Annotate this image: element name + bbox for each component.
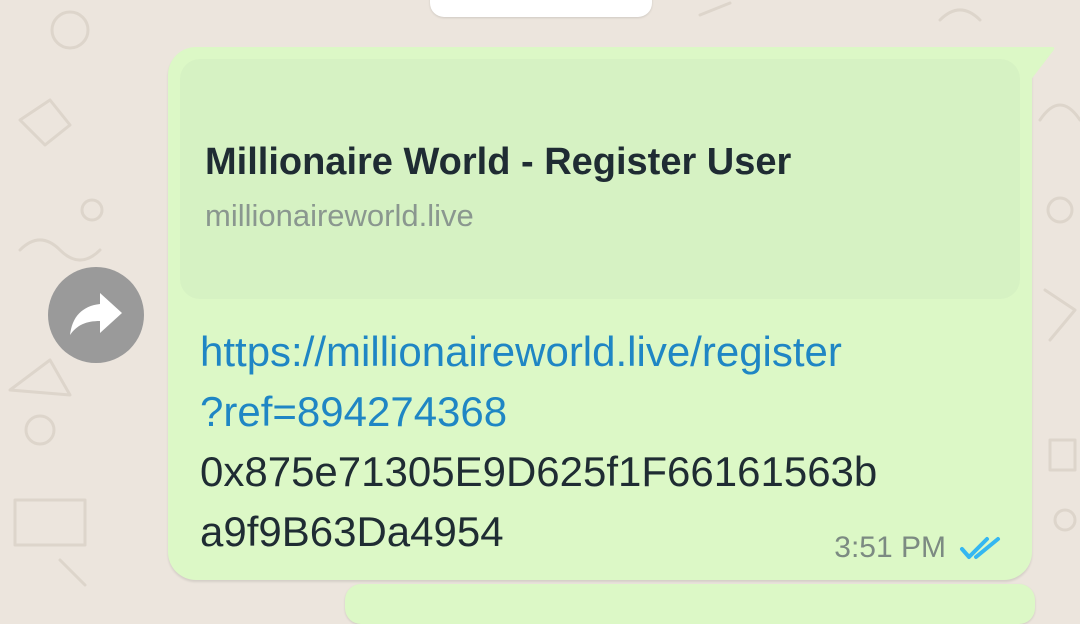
bubble-tail	[1030, 47, 1055, 81]
message-text: https://millionaireworld.live/register ?…	[200, 322, 990, 562]
message-bubble[interactable]: Millionaire World - Register User millio…	[168, 47, 1032, 580]
message-timestamp: 3:51 PM	[834, 531, 946, 564]
link-preview-title: Millionaire World - Register User	[205, 141, 792, 183]
double-check-icon	[958, 533, 1008, 563]
forward-button[interactable]	[48, 267, 144, 363]
next-message-edge	[345, 584, 1035, 624]
previous-message-edge	[430, 0, 652, 17]
wallet-address-line-1: 0x875e71305E9D625f1F66161563b	[200, 448, 878, 495]
link-preview-domain: millionaireworld.live	[205, 198, 474, 233]
message-link-line-2[interactable]: ?ref=894274368	[200, 382, 990, 442]
link-preview[interactable]: Millionaire World - Register User millio…	[180, 59, 1020, 299]
forward-arrow-icon	[64, 281, 128, 350]
message-link-line-1[interactable]: https://millionaireworld.live/register	[200, 322, 990, 382]
message-meta: 3:51 PM	[834, 531, 1008, 565]
